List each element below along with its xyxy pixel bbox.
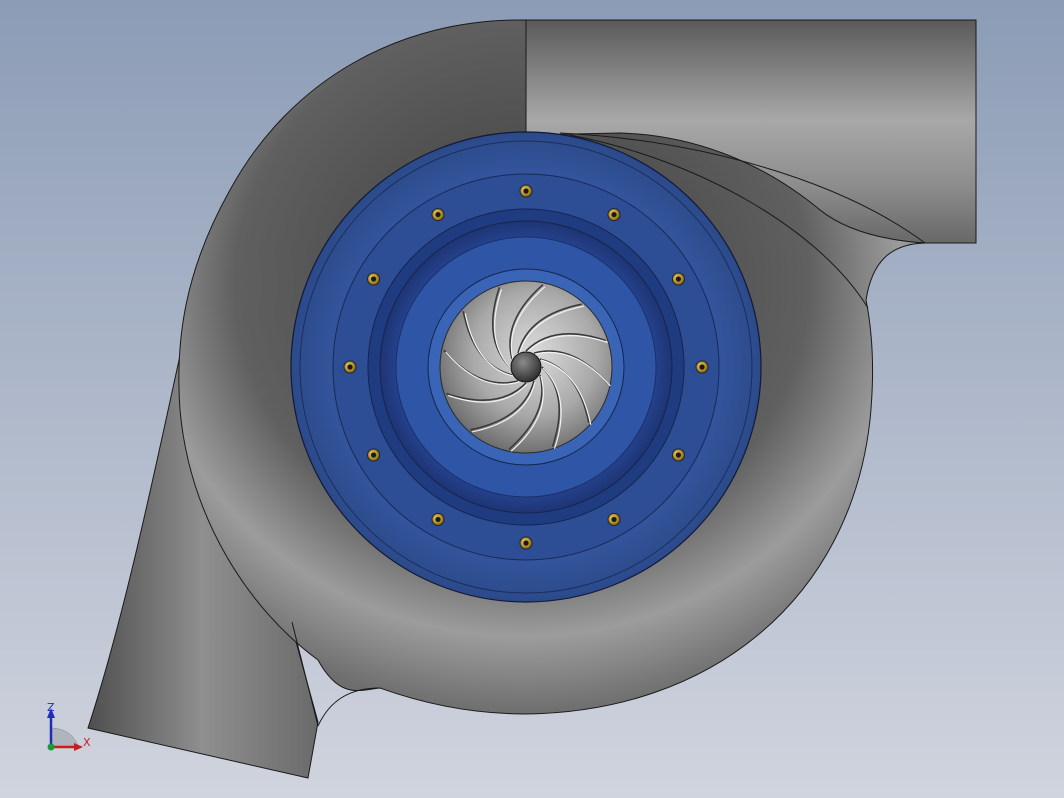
flange-bolt (519, 184, 533, 198)
triad-z-label: Z (47, 701, 55, 714)
flange-bolt (431, 512, 445, 526)
cad-viewport[interactable]: Z X (0, 0, 1064, 798)
flange-bolt (367, 448, 381, 462)
impeller-hub (510, 351, 542, 383)
triad-origin (47, 743, 55, 751)
flange-bolt (671, 448, 685, 462)
flange-bolt (695, 360, 709, 374)
model-canvas: Z X (0, 0, 1064, 798)
triad-x-label: X (83, 736, 91, 749)
flange-bolt (519, 536, 533, 550)
flange-bolt (343, 360, 357, 374)
flange-bolt (671, 272, 685, 286)
flange-bolt (431, 208, 445, 222)
flange-bolt (607, 208, 621, 222)
flange-bolt (367, 272, 381, 286)
flange-bolt (607, 512, 621, 526)
